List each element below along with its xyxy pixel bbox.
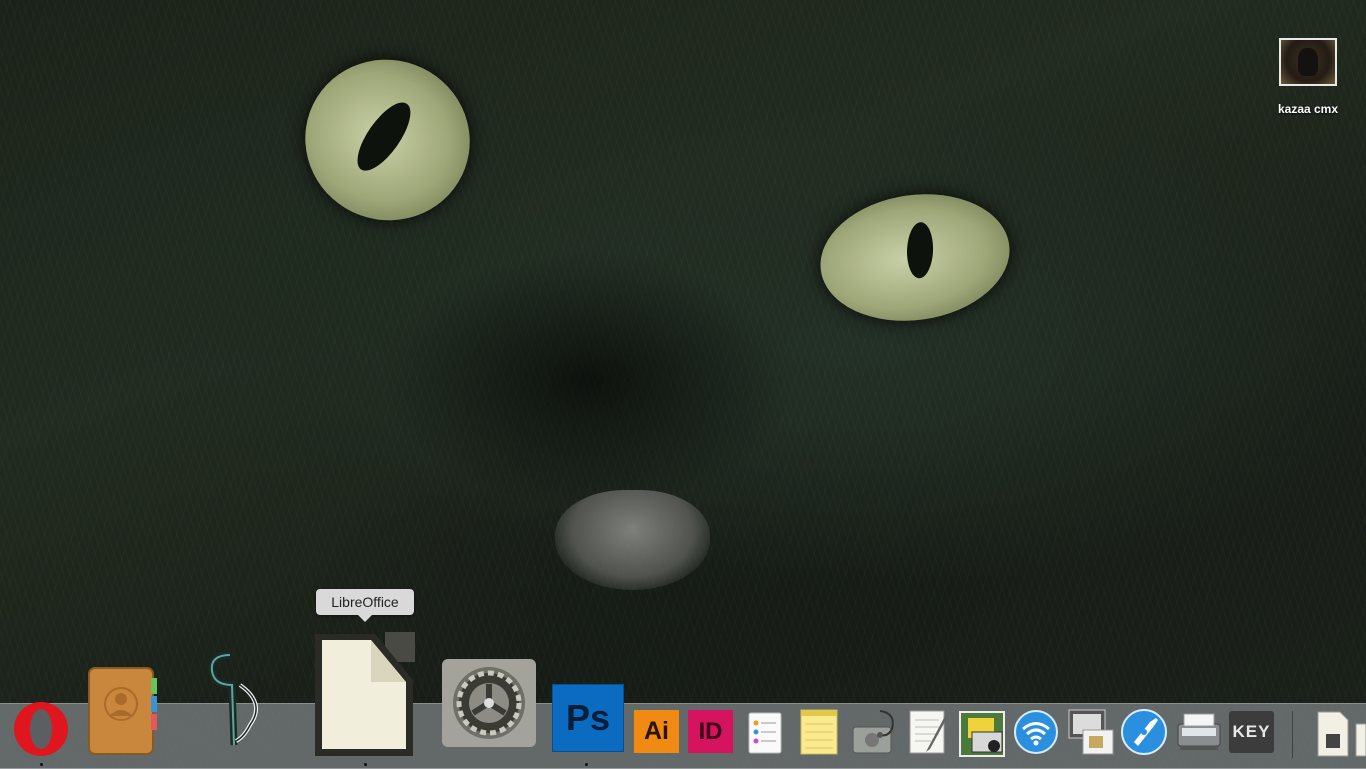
cat-nose — [555, 490, 710, 590]
disk-utility-icon — [852, 710, 894, 754]
pupil — [906, 221, 935, 279]
running-indicator-libreoffice — [364, 763, 367, 766]
wallpaper-shadow — [380, 250, 800, 510]
gear-icon — [442, 659, 536, 747]
dock-tooltip: LibreOffice — [316, 589, 414, 622]
dock-item-photoshop[interactable]: Ps — [552, 684, 624, 752]
document-icon — [1317, 711, 1366, 757]
desktop-file-label: kazaa cmx — [1277, 102, 1339, 116]
image-thumbnail-icon[interactable] — [1279, 38, 1337, 86]
dock-item-system-preferences[interactable] — [441, 658, 537, 748]
tooltip-text: LibreOffice — [331, 594, 399, 610]
dock-item-image-capture[interactable] — [1174, 708, 1224, 754]
illustrator-icon: Ai — [644, 717, 669, 745]
wifi-icon — [1014, 710, 1058, 754]
cat-silhouette — [1298, 48, 1318, 76]
dock-item-indesign[interactable]: ID — [688, 710, 733, 753]
dock-item-scrivener[interactable] — [200, 645, 272, 753]
preview-icon — [1068, 709, 1114, 755]
dock-item-opera[interactable] — [12, 700, 70, 758]
contacts-icon — [88, 667, 157, 755]
dock-item-reminders[interactable] — [745, 711, 785, 755]
dock-item-instruments[interactable] — [1120, 708, 1168, 756]
textedit-icon — [909, 710, 948, 754]
reminders-icon — [748, 712, 782, 754]
libreoffice-icon — [315, 632, 415, 756]
dock-item-keynote[interactable]: KEY — [1229, 711, 1274, 753]
indesign-icon: ID — [698, 717, 723, 745]
opera-icon — [14, 702, 68, 756]
dock-item-disk-utility[interactable] — [850, 707, 900, 757]
desktop-file-kazaa-cmx[interactable]: kazaa cmx — [1272, 38, 1344, 116]
running-indicator-photoshop — [585, 763, 588, 766]
scrivener-icon — [208, 651, 259, 746]
dock-item-textedit[interactable] — [906, 708, 950, 756]
photoshop-icon: Ps — [565, 697, 611, 738]
dock-item-libreoffice[interactable] — [313, 630, 417, 758]
keynote-icon: KEY — [1232, 722, 1271, 741]
dock-item-notes[interactable] — [798, 708, 840, 756]
dock-item-contacts[interactable] — [85, 664, 163, 756]
toolbox-icon — [959, 711, 1005, 757]
dock-item-downloads-stack[interactable] — [1310, 710, 1366, 758]
scanner-icon — [1177, 713, 1221, 750]
notes-icon — [800, 709, 838, 755]
dock-item-preview[interactable] — [1065, 706, 1117, 758]
running-indicator-opera — [40, 763, 43, 766]
dock-item-illustrator[interactable]: Ai — [634, 710, 679, 753]
dock-item-wifi[interactable] — [1013, 709, 1059, 755]
pupil — [347, 94, 421, 179]
instruments-icon — [1121, 709, 1167, 755]
dock-separator — [1292, 711, 1293, 758]
dock-item-toolbox[interactable] — [958, 710, 1008, 758]
